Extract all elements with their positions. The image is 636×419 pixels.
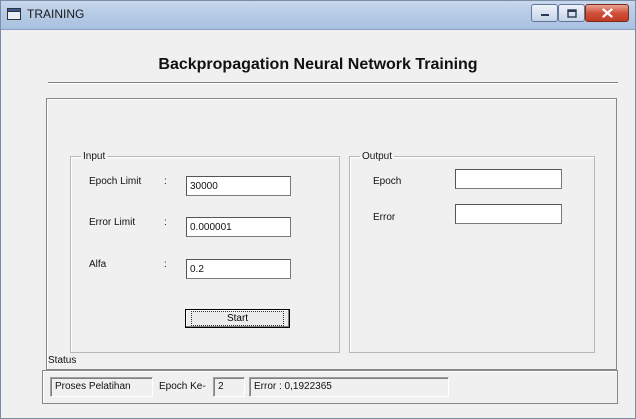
output-error-label: Error <box>373 212 396 223</box>
epoch-limit-label: Epoch Limit <box>89 176 142 187</box>
window-app-icon <box>7 8 21 20</box>
minimize-icon <box>540 14 549 16</box>
output-epoch-field[interactable] <box>455 169 562 189</box>
window-title: TRAINING <box>27 7 85 21</box>
maximize-button[interactable] <box>558 4 585 22</box>
start-button-label: Start <box>190 311 285 326</box>
status-error-text: Error : 0,1922365 <box>249 377 449 397</box>
epoch-ke-value: 2 <box>213 377 245 397</box>
title-bar[interactable]: TRAINING <box>1 1 635 30</box>
status-label: Status <box>48 355 77 366</box>
output-error-field[interactable] <box>455 204 562 224</box>
alfa-colon: : <box>164 259 167 270</box>
epoch-ke-label: Epoch Ke- <box>159 381 206 392</box>
start-button[interactable]: Start <box>185 309 290 328</box>
close-icon <box>601 8 613 18</box>
status-process-text: Proses Pelatihan <box>50 377 153 397</box>
alfa-input[interactable] <box>186 259 291 279</box>
output-group-legend: Output <box>362 151 393 162</box>
client-area: Backpropagation Neural Network Training … <box>2 30 634 418</box>
epoch-limit-colon: : <box>164 176 167 187</box>
error-limit-input[interactable] <box>186 217 291 237</box>
training-window: TRAINING Backpropagation Neural Network … <box>0 0 636 419</box>
training-panel: Input Epoch Limit : Error Limit : Alfa :… <box>46 98 617 370</box>
status-panel: Proses Pelatihan Epoch Ke- 2 Error : 0,1… <box>42 370 618 404</box>
error-limit-label: Error Limit <box>89 217 136 228</box>
epoch-limit-input[interactable] <box>186 176 291 196</box>
maximize-icon <box>566 8 577 18</box>
heading-divider <box>48 82 618 84</box>
output-epoch-label: Epoch <box>373 176 402 187</box>
alfa-label: Alfa <box>89 259 107 270</box>
error-limit-colon: : <box>164 217 167 228</box>
close-button[interactable] <box>585 4 629 22</box>
minimize-button[interactable] <box>531 4 558 22</box>
page-title: Backpropagation Neural Network Training <box>158 56 478 73</box>
input-group-legend: Input <box>83 151 106 162</box>
